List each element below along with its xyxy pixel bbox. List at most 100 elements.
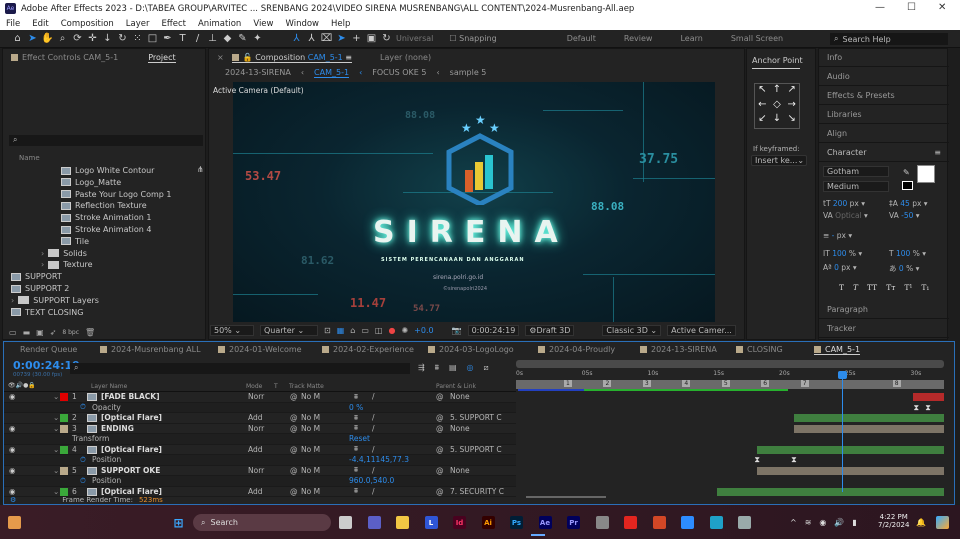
- menu-window[interactable]: Window: [279, 19, 325, 29]
- clone-stamp-tool-icon[interactable]: ⊥: [205, 33, 220, 44]
- region-icon[interactable]: ⊡: [324, 326, 331, 335]
- parent-pickwhip-icon[interactable]: @: [436, 487, 444, 496]
- layer-duration-bar[interactable]: [757, 445, 944, 454]
- layer-duration-bar[interactable]: [912, 393, 944, 401]
- baseline-shift-value[interactable]: 0: [834, 263, 839, 272]
- taskbar-app-id-icon[interactable]: Id: [453, 516, 466, 529]
- expand-chevron-icon[interactable]: ⌄: [53, 466, 59, 475]
- comp-marker[interactable]: 2: [603, 380, 612, 387]
- panel-libraries[interactable]: Libraries: [819, 106, 949, 124]
- eraser-tool-icon[interactable]: ◆: [220, 33, 235, 44]
- track-matte-dropdown[interactable]: No M: [301, 413, 320, 422]
- timeline-tab[interactable]: 2024-13-SIRENA: [640, 345, 717, 354]
- anchor-center-icon[interactable]: ◇: [770, 99, 785, 114]
- layer-name[interactable]: [Optical Flare]: [101, 445, 162, 454]
- all-caps-button[interactable]: TT: [867, 283, 877, 292]
- comp-marker[interactable]: 5: [721, 380, 730, 387]
- shy-switch-icon[interactable]: ⩩: [354, 413, 358, 423]
- timeline-tab[interactable]: 2024-03-LogoLogo: [428, 345, 514, 354]
- panel-align[interactable]: Align: [819, 125, 949, 143]
- guides-icon[interactable]: ▭: [361, 326, 369, 335]
- zoom-dropdown[interactable]: 50% ⌄: [210, 325, 254, 336]
- keyframe-mode-dropdown[interactable]: Insert ke... ⌄: [751, 155, 807, 166]
- shy-switch-icon[interactable]: ⩩: [354, 486, 358, 496]
- bpc-label[interactable]: 8 bpc: [62, 329, 79, 336]
- project-item[interactable]: › Solids: [41, 248, 87, 259]
- selection-tool-icon[interactable]: ➤: [25, 33, 40, 44]
- project-item[interactable]: Logo_Matte: [61, 177, 121, 188]
- stopwatch-icon[interactable]: ⏱: [80, 402, 86, 412]
- menu-animation[interactable]: Animation: [192, 19, 247, 29]
- label-color-swatch[interactable]: [60, 424, 68, 433]
- breadcrumb-2024-13-sirena[interactable]: 2024-13-SIRENA: [225, 68, 291, 78]
- start-icon[interactable]: ⊞: [172, 516, 185, 530]
- tab-layer[interactable]: Layer (none): [380, 53, 431, 62]
- resolution-dropdown[interactable]: Quarter ⌄: [260, 325, 318, 336]
- blend-mode-dropdown[interactable]: Norr: [248, 424, 264, 433]
- subscript-button[interactable]: T₁: [921, 283, 929, 292]
- font-size-value[interactable]: 200: [833, 199, 847, 208]
- breadcrumb-focus-oke-5[interactable]: FOCUS OKE 5: [372, 68, 426, 78]
- anchor-top-right-icon[interactable]: ↗: [784, 84, 799, 99]
- comp-marker[interactable]: 7: [800, 380, 809, 387]
- comp-marker[interactable]: 1: [564, 380, 572, 387]
- notification-icon[interactable]: 🔔: [916, 518, 926, 527]
- interpret-footage-icon[interactable]: ▭: [9, 328, 17, 337]
- anchor-bottom-icon[interactable]: ↓: [770, 113, 785, 128]
- local-axis-icon[interactable]: ⅄: [289, 33, 304, 44]
- font-style-dropdown[interactable]: Medium: [823, 181, 889, 192]
- anchor-bottom-right-icon[interactable]: ↘: [784, 113, 799, 128]
- label-color-swatch[interactable]: [60, 445, 68, 454]
- pickwhip-icon[interactable]: @: [290, 413, 298, 422]
- project-item[interactable]: Logo White Contour: [61, 165, 154, 176]
- timeline-tab[interactable]: 2024-02-Experience: [322, 345, 414, 354]
- panel-paragraph[interactable]: Paragraph: [819, 301, 949, 319]
- taskbar-app-edge-icon[interactable]: [709, 516, 723, 529]
- work-area-bar[interactable]: [516, 360, 944, 368]
- expand-chevron-icon[interactable]: ⌄: [53, 392, 59, 401]
- project-item[interactable]: › SUPPORT Layers: [11, 295, 99, 306]
- pan-behind-tool-icon[interactable]: ⁙: [130, 33, 145, 44]
- keyframe-icon[interactable]: ⧗: [754, 455, 760, 465]
- dolly-tool-icon[interactable]: ↓: [100, 33, 115, 44]
- menu-layer[interactable]: Layer: [120, 19, 156, 29]
- anchor-right-icon[interactable]: →: [784, 99, 799, 114]
- timeline-tab[interactable]: Render Queue: [20, 345, 77, 354]
- blend-mode-dropdown[interactable]: Add: [248, 413, 263, 422]
- parent-pickwhip-icon[interactable]: @: [436, 445, 444, 454]
- tsume-value[interactable]: 0: [899, 264, 904, 273]
- property-row[interactable]: ⏱ Position -4.4,11145,77.3: [4, 455, 516, 466]
- parent-dropdown[interactable]: 5. SUPPORT C: [450, 413, 502, 422]
- shy-switch-icon[interactable]: ⩩: [354, 444, 358, 454]
- taskbar-app-pr-icon[interactable]: Pr: [567, 516, 580, 529]
- taskbar-app-teams-icon[interactable]: [367, 516, 381, 529]
- expand-chevron-icon[interactable]: ⌄: [53, 424, 59, 433]
- name-column-header[interactable]: Name: [19, 154, 40, 162]
- tab-composition[interactable]: 🔓 Composition CAM_5-1 ≡: [231, 53, 353, 63]
- quality-switch-icon[interactable]: /: [372, 487, 375, 496]
- project-item[interactable]: SUPPORT 2: [11, 283, 69, 294]
- layer-name[interactable]: [Optical Flare]: [101, 413, 162, 422]
- visibility-eye-icon[interactable]: ◉: [9, 445, 16, 454]
- pickwhip-icon[interactable]: @: [290, 466, 298, 475]
- project-search-input[interactable]: ⌕: [9, 135, 203, 146]
- faux-bold-button[interactable]: T: [839, 283, 844, 292]
- anchor-top-icon[interactable]: ↑: [770, 84, 785, 99]
- shy-icon[interactable]: ⩩: [435, 363, 439, 373]
- 3d-move-icon[interactable]: +: [349, 33, 364, 44]
- tab-effect-controls[interactable]: Effect Controls CAM_5-1: [11, 53, 118, 62]
- property-value[interactable]: -4.4,11145,77.3: [349, 455, 409, 464]
- draft-3d-toggle[interactable]: ⚙ Draft 3D: [525, 325, 575, 336]
- property-row[interactable]: ⏱ Opacity 0 %: [4, 402, 516, 413]
- motion-blur-icon[interactable]: ◎: [467, 363, 474, 373]
- parent-dropdown[interactable]: None: [450, 424, 470, 433]
- menu-view[interactable]: View: [247, 19, 279, 29]
- taskbar-app-files-icon[interactable]: [339, 516, 352, 529]
- renderer-dropdown[interactable]: Classic 3D ⌄: [602, 325, 662, 336]
- breadcrumb-cam-5-1[interactable]: CAM_5-1: [314, 68, 350, 78]
- render-icon[interactable]: ➶: [50, 328, 57, 337]
- kerning-value[interactable]: Optical: [835, 211, 862, 220]
- project-item[interactable]: Paste Your Logo Comp 1: [61, 189, 171, 200]
- anchor-top-left-icon[interactable]: ↖: [755, 84, 770, 99]
- taskbar-app-ai-icon[interactable]: Ai: [481, 516, 495, 529]
